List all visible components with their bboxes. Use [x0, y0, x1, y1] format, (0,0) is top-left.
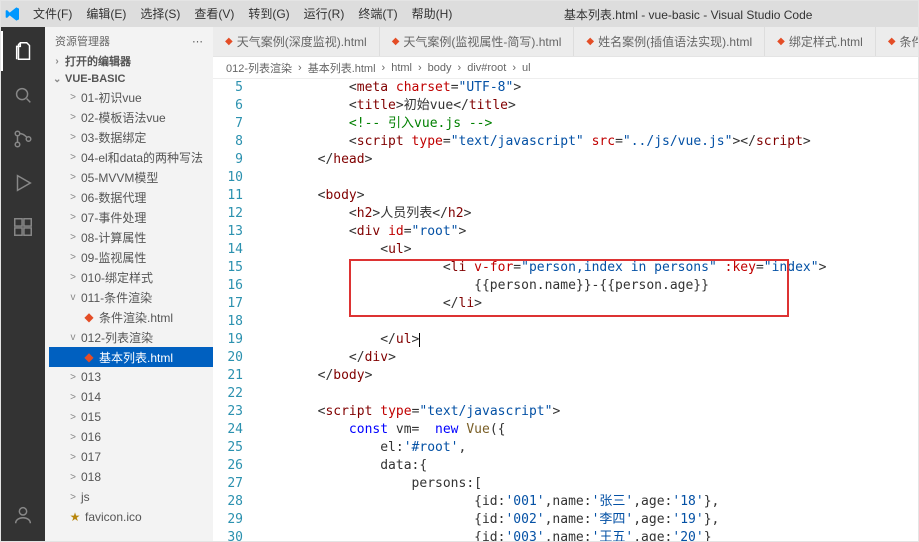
- tree-folder[interactable]: >01-初识vue: [49, 87, 213, 107]
- editor-tab[interactable]: ◆天气案例(监视属性-简写).html: [380, 27, 575, 56]
- menu-item[interactable]: 转到(G): [242, 1, 295, 27]
- tree-folder[interactable]: >018: [49, 467, 213, 487]
- menu-bar: 文件(F)编辑(E)选择(S)查看(V)转到(G)运行(R)终端(T)帮助(H): [27, 1, 458, 27]
- editor-tab[interactable]: ◆绑定样式.html: [765, 27, 876, 56]
- code-line[interactable]: [255, 313, 918, 331]
- code-line[interactable]: <div id="root">: [255, 223, 918, 241]
- tree-folder[interactable]: >017: [49, 447, 213, 467]
- editor-area: ◆天气案例(深度监视).html◆天气案例(监视属性-简写).html◆姓名案例…: [213, 27, 918, 541]
- line-number-gutter: 5678910111213141516171819202122232425262…: [213, 79, 251, 541]
- code-line[interactable]: </div>: [255, 349, 918, 367]
- vscode-logo-icon: [5, 6, 21, 22]
- tree-folder[interactable]: v012-列表渲染: [49, 327, 213, 347]
- code-line[interactable]: <title>初始vue</title>: [255, 97, 918, 115]
- explorer-sidebar: 资源管理器 ⋯ › 打开的编辑器 ⌄ VUE-BASIC >01-初识vue>0…: [45, 27, 213, 541]
- tree-folder[interactable]: >014: [49, 387, 213, 407]
- code-line[interactable]: <script type="text/javascript">: [255, 403, 918, 421]
- breadcrumb-item[interactable]: 012-列表渲染: [226, 60, 292, 76]
- search-tab-icon[interactable]: [1, 75, 45, 115]
- code-line[interactable]: {{person.name}}-{{person.age}}: [255, 277, 918, 295]
- tree-folder[interactable]: v011-条件渲染: [49, 287, 213, 307]
- more-icon[interactable]: ⋯: [192, 35, 203, 48]
- html-file-icon: ◆: [586, 36, 594, 47]
- html-file-icon: ◆: [888, 36, 896, 47]
- run-debug-tab-icon[interactable]: [1, 163, 45, 203]
- menu-item[interactable]: 选择(S): [134, 1, 186, 27]
- breadcrumb-item[interactable]: html: [391, 62, 412, 74]
- file-tree: >01-初识vue>02-模板语法vue>03-数据绑定>04-el和data的…: [45, 87, 213, 541]
- code-line[interactable]: el:'#root',: [255, 439, 918, 457]
- code-line[interactable]: <li v-for="person,index in persons" :key…: [255, 259, 918, 277]
- code-line[interactable]: <meta charset="UTF-8">: [255, 79, 918, 97]
- tree-file[interactable]: ◆基本列表.html: [49, 347, 213, 367]
- tree-folder[interactable]: >07-事件处理: [49, 207, 213, 227]
- tree-folder[interactable]: >015: [49, 407, 213, 427]
- code-line[interactable]: data:{: [255, 457, 918, 475]
- workspace-section[interactable]: ⌄ VUE-BASIC: [45, 71, 213, 87]
- tree-folder[interactable]: >013: [49, 367, 213, 387]
- tree-folder[interactable]: >08-计算属性: [49, 227, 213, 247]
- accounts-icon[interactable]: [1, 495, 45, 535]
- tree-folder[interactable]: >016: [49, 427, 213, 447]
- editor-tab[interactable]: ◆天气案例(深度监视).html: [213, 27, 380, 56]
- explorer-title: 资源管理器: [55, 33, 110, 49]
- tree-folder[interactable]: >03-数据绑定: [49, 127, 213, 147]
- breadcrumb[interactable]: 012-列表渲染›基本列表.html›html›body›div#root›ul: [213, 57, 918, 79]
- breadcrumb-item[interactable]: div#root: [467, 62, 506, 74]
- activity-bar: [1, 27, 45, 541]
- tree-file[interactable]: ◆条件渲染.html: [49, 307, 213, 327]
- tree-folder[interactable]: >010-绑定样式: [49, 267, 213, 287]
- menu-item[interactable]: 终端(T): [352, 1, 403, 27]
- menu-item[interactable]: 查看(V): [188, 1, 240, 27]
- tree-folder[interactable]: >05-MVVM模型: [49, 167, 213, 187]
- code-line[interactable]: <body>: [255, 187, 918, 205]
- favicon-icon: ★: [69, 511, 81, 523]
- code-line[interactable]: <h2>人员列表</h2>: [255, 205, 918, 223]
- menu-item[interactable]: 帮助(H): [406, 1, 459, 27]
- code-line[interactable]: {id:'003',name:'王五',age:'20'}: [255, 529, 918, 541]
- code-line[interactable]: [255, 169, 918, 187]
- code-line[interactable]: <ul>: [255, 241, 918, 259]
- breadcrumb-item[interactable]: ul: [522, 62, 531, 74]
- extensions-tab-icon[interactable]: [1, 207, 45, 247]
- window-title: 基本列表.html - vue-basic - Visual Studio Co…: [458, 6, 918, 23]
- html-file-icon: ◆: [83, 311, 95, 323]
- breadcrumb-item[interactable]: 基本列表.html: [308, 60, 376, 76]
- editor-tab[interactable]: ◆条件渲染.html: [876, 27, 918, 56]
- code-line[interactable]: const vm= new Vue({: [255, 421, 918, 439]
- code-line[interactable]: {id:'002',name:'李四',age:'19'},: [255, 511, 918, 529]
- tree-folder[interactable]: >06-数据代理: [49, 187, 213, 207]
- code-line[interactable]: persons:[: [255, 475, 918, 493]
- tree-folder[interactable]: >02-模板语法vue: [49, 107, 213, 127]
- title-bar: 文件(F)编辑(E)选择(S)查看(V)转到(G)运行(R)终端(T)帮助(H)…: [1, 1, 918, 27]
- editor-tabs: ◆天气案例(深度监视).html◆天气案例(监视属性-简写).html◆姓名案例…: [213, 27, 918, 57]
- editor-tab[interactable]: ◆姓名案例(插值语法实现).html: [574, 27, 765, 56]
- code-line[interactable]: </li>: [255, 295, 918, 313]
- code-line[interactable]: <!-- 引入vue.js -->: [255, 115, 918, 133]
- code-line[interactable]: {id:'001',name:'张三',age:'18'},: [255, 493, 918, 511]
- code-line[interactable]: </ul>: [255, 331, 918, 349]
- code-editor[interactable]: 5678910111213141516171819202122232425262…: [213, 79, 918, 541]
- breadcrumb-item[interactable]: body: [428, 62, 452, 74]
- tree-folder[interactable]: >04-el和data的两种写法: [49, 147, 213, 167]
- explorer-tab-icon[interactable]: [1, 31, 45, 71]
- source-control-tab-icon[interactable]: [1, 119, 45, 159]
- html-file-icon: ◆: [225, 36, 233, 47]
- code-line[interactable]: </body>: [255, 367, 918, 385]
- tree-file[interactable]: ★favicon.ico: [49, 507, 213, 527]
- code-line[interactable]: [255, 385, 918, 403]
- menu-item[interactable]: 运行(R): [298, 1, 351, 27]
- menu-item[interactable]: 文件(F): [27, 1, 78, 27]
- code-line[interactable]: <script type="text/javascript" src="../j…: [255, 133, 918, 151]
- html-file-icon: ◆: [777, 36, 785, 47]
- open-editors-section[interactable]: › 打开的编辑器: [45, 51, 213, 71]
- tree-folder[interactable]: >js: [49, 487, 213, 507]
- html-file-icon: ◆: [392, 36, 400, 47]
- tree-folder[interactable]: >09-监视属性: [49, 247, 213, 267]
- code-content[interactable]: <meta charset="UTF-8"> <title>初始vue</tit…: [251, 79, 918, 541]
- html-file-icon: ◆: [83, 351, 95, 363]
- code-line[interactable]: </head>: [255, 151, 918, 169]
- menu-item[interactable]: 编辑(E): [80, 1, 132, 27]
